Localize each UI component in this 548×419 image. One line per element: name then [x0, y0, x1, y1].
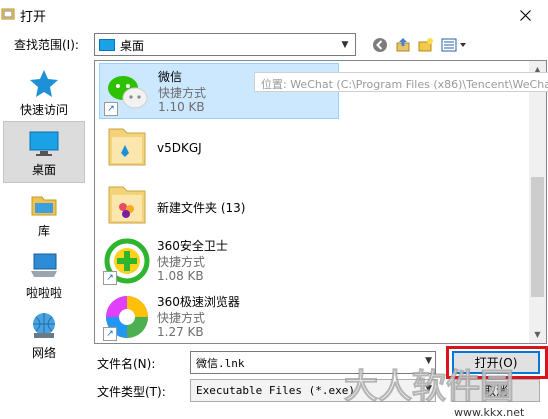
- place-quick-access[interactable]: 快速访问: [3, 62, 85, 124]
- star-icon: [30, 70, 58, 97]
- list-item[interactable]: 新建文件夹 (13): [99, 177, 339, 233]
- up-folder-button[interactable]: [393, 35, 413, 55]
- app-icon: [1, 8, 15, 20]
- file-name: 新建文件夹 (13): [157, 201, 246, 215]
- file-type-select[interactable]: Executable Files (*.exe) ▼: [190, 379, 436, 402]
- file-type: 快捷方式: [157, 311, 206, 325]
- file-name: 360安全卫士: [157, 239, 228, 253]
- file-size: 1.10 KB: [158, 100, 205, 114]
- place-network[interactable]: 网络: [3, 305, 85, 367]
- scrollbar-thumb[interactable]: [531, 177, 544, 297]
- file-size: 1.08 KB: [157, 269, 204, 283]
- file-type-value: Executable Files (*.exe): [196, 384, 355, 397]
- place-label: 库: [37, 224, 50, 238]
- back-button[interactable]: [370, 35, 390, 55]
- cancel-button[interactable]: 取消: [452, 379, 540, 402]
- look-in-value: 桌面: [120, 39, 145, 53]
- list-item[interactable]: ↗ 360安全卫士 快捷方式 1.08 KB: [99, 233, 339, 289]
- open-button-highlight: [446, 346, 548, 379]
- new-folder-icon: [418, 38, 433, 52]
- chevron-down-icon[interactable]: ▼: [338, 37, 352, 52]
- folder-icon: [108, 186, 146, 224]
- up-folder-icon: [396, 38, 410, 52]
- place-library[interactable]: 库: [3, 183, 85, 245]
- title-bar: 打开: [0, 0, 548, 31]
- look-in-select[interactable]: 桌面 ▼: [94, 33, 356, 56]
- file-name-label: 文件名(N):: [97, 357, 156, 371]
- file-type-label: 文件类型(T):: [97, 385, 166, 399]
- close-icon: [520, 10, 531, 21]
- file-type: 快捷方式: [157, 255, 206, 269]
- list-item[interactable]: v5DKGJ: [99, 119, 339, 175]
- scroll-down-icon[interactable]: ▼: [529, 326, 546, 343]
- shortcut-arrow-icon: ↗: [103, 271, 117, 285]
- place-label: 快速访问: [19, 103, 68, 117]
- view-menu-button[interactable]: [440, 35, 468, 55]
- library-icon: [31, 196, 57, 216]
- location-tooltip: 位置: WeChat (C:\Program Files (x86)\Tence…: [254, 72, 548, 92]
- place-desktop[interactable]: 桌面: [3, 121, 85, 183]
- place-this-pc[interactable]: 啦啦啦: [3, 245, 85, 307]
- chevron-down-icon[interactable]: ▼: [425, 356, 432, 366]
- computer-icon: [31, 253, 57, 277]
- back-icon: [373, 38, 387, 52]
- file-name-input[interactable]: 微信.lnk ▼: [190, 351, 436, 374]
- folder-icon: [108, 128, 146, 166]
- network-icon: [33, 313, 55, 338]
- watermark-url: www.kkx.net: [454, 406, 525, 419]
- place-label: 桌面: [31, 163, 56, 177]
- close-button[interactable]: [503, 0, 548, 31]
- list-item[interactable]: ↗ 360极速浏览器 快捷方式 1.27 KB: [99, 289, 339, 343]
- file-size: 1.27 KB: [157, 325, 204, 339]
- new-folder-button[interactable]: [416, 35, 436, 55]
- file-name: v5DKGJ: [157, 141, 202, 155]
- file-name-value: 微信.lnk: [196, 357, 245, 370]
- shortcut-arrow-icon: ↗: [103, 327, 117, 341]
- places-bar: 快速访问 桌面 库 啦啦啦 网络: [0, 60, 88, 365]
- desktop-icon: [29, 131, 59, 156]
- desktop-folder-icon: [99, 39, 115, 51]
- file-type: 快捷方式: [158, 86, 207, 100]
- open-file-dialog: 打开 查找范围(I): 桌面 ▼ 快速访问 桌面 库 啦啦啦 网络 ↗ 微信 快…: [0, 0, 548, 419]
- view-menu-icon: [441, 38, 466, 52]
- file-name: 360极速浏览器: [157, 295, 240, 309]
- vertical-scrollbar[interactable]: ▲ ▼: [529, 61, 546, 343]
- file-list[interactable]: ↗ 微信 快捷方式 1.10 KB v5DKGJ 新建文件夹 (13) ↗ 36…: [94, 60, 547, 344]
- chevron-down-icon[interactable]: ▼: [425, 384, 432, 394]
- window-title: 打开: [20, 10, 47, 25]
- shortcut-arrow-icon: ↗: [104, 102, 118, 116]
- file-name: 微信: [158, 70, 183, 84]
- place-label: 网络: [31, 346, 56, 360]
- look-in-label: 查找范围(I):: [14, 38, 79, 52]
- place-label: 啦啦啦: [25, 286, 62, 300]
